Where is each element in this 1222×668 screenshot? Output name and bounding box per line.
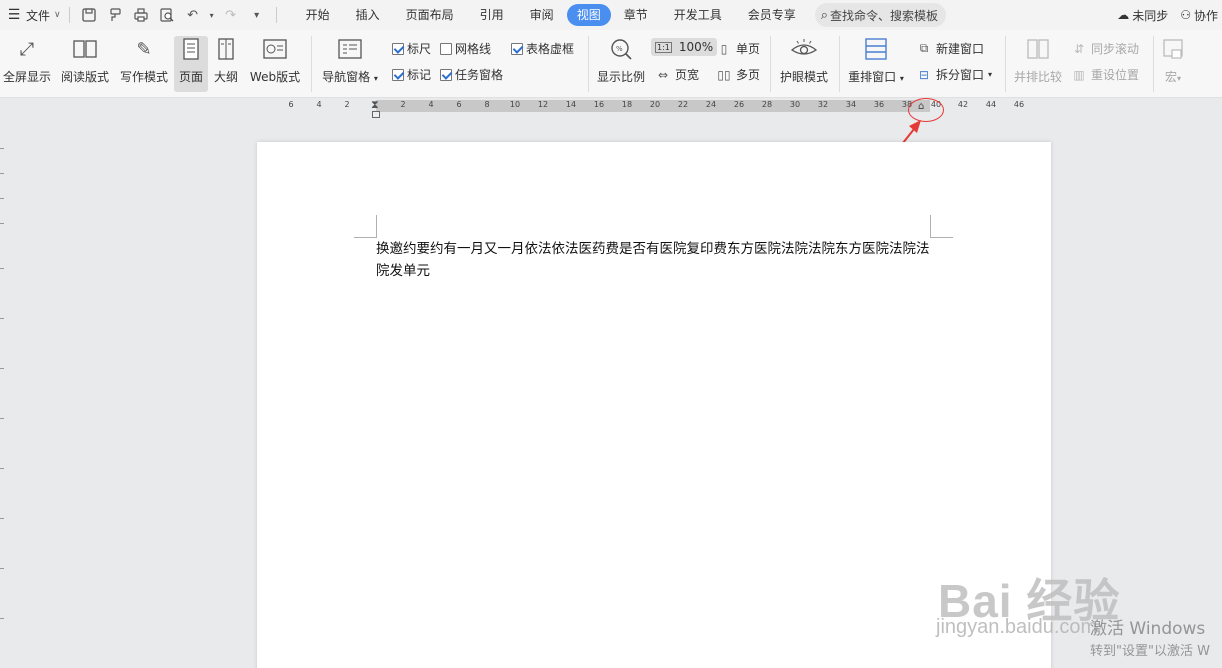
windows-activation-subtitle: 转到"设置"以激活 W bbox=[1090, 644, 1210, 659]
margin-corner-mark bbox=[930, 215, 931, 238]
site-watermark: jingyan.baidu.com bbox=[936, 616, 1098, 638]
margin-corner-mark bbox=[376, 215, 377, 238]
document-body-text[interactable]: 换邀约要约有一月又一月依法依法医药费是否有医院复印费东方医院法院法院东方医院法院… bbox=[376, 238, 936, 282]
vertical-ruler[interactable] bbox=[0, 118, 6, 668]
windows-activation-title: 激活 Windows bbox=[1090, 619, 1206, 639]
margin-corner-mark bbox=[354, 237, 377, 238]
